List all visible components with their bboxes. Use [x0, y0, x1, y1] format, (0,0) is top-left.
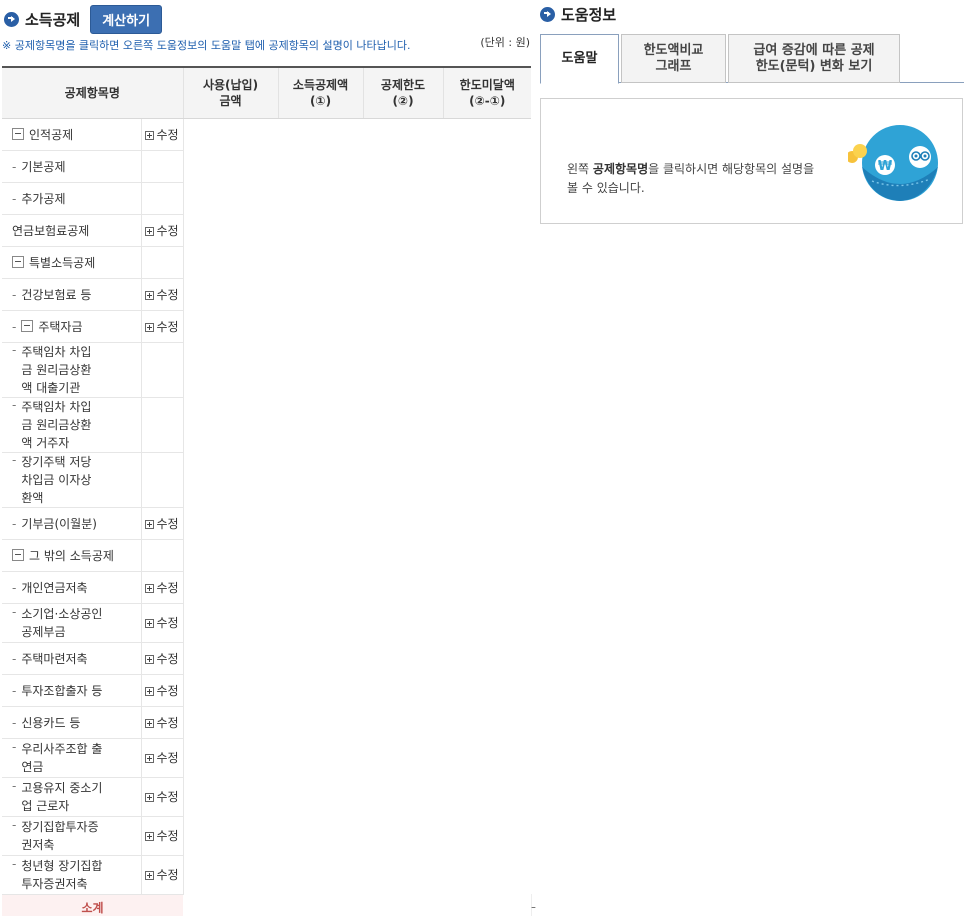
deduction-table: 공제항목명 사용(납입) 금액 소득공제액 (①) 공제한도 (②) 한도미달액 (②-…	[2, 66, 600, 916]
row-health-insurance[interactable]: - 건강보험료 등	[2, 278, 141, 311]
plus-box-icon	[145, 322, 155, 332]
edit-button[interactable]: 수정	[140, 278, 184, 311]
edit-button[interactable]: 수정	[140, 603, 184, 643]
row-housing-savings[interactable]: - 주택마련저축	[2, 642, 141, 675]
plus-box-icon	[145, 654, 155, 664]
plus-box-icon	[145, 754, 155, 763]
income-deduction-header: 소득공제 계산하기	[4, 5, 163, 34]
edit-button[interactable]: 수정	[140, 674, 184, 707]
edit-button[interactable]: 수정	[140, 214, 184, 247]
collapse-icon[interactable]	[12, 255, 24, 268]
unit-label: (단위 : 원)	[480, 36, 530, 49]
header-deduction-limit: 공제한도 (②)	[363, 66, 444, 119]
tab-salary-change[interactable]: 급여 증감에 따른 공제 한도(문턱) 변화 보기	[728, 34, 900, 83]
row-additional-deduction[interactable]: - 추가공제	[2, 182, 141, 215]
tab-limit-graph[interactable]: 한도액비교 그래프	[621, 34, 726, 83]
edit-button[interactable]: 수정	[140, 118, 184, 151]
row-investment-partnership[interactable]: - 투자조합출자 등	[2, 674, 141, 707]
header-deduction-amount: 소득공제액 (①)	[278, 66, 364, 119]
calculate-button[interactable]: 계산하기	[90, 5, 163, 34]
plus-box-icon	[145, 793, 155, 802]
header-item-name: 공제항목명	[2, 66, 184, 119]
edit-button[interactable]: 수정	[140, 777, 184, 817]
row-employment-retention[interactable]: - 고용유지 중소기업 근로자	[2, 777, 141, 817]
table-row: 인적공제 수정	[2, 118, 532, 916]
row-donation-carryover[interactable]: - 기부금(이월분)	[2, 507, 141, 540]
collapse-icon[interactable]	[21, 319, 34, 332]
row-lease-loan-lender[interactable]: - 주택임차 차입금 원리금상환액 대출기관	[2, 342, 141, 398]
help-content-box: 왼쪽 공제항목명을 클릭하시면 해당항목의 설명을 볼 수 있습니다. ₩	[540, 98, 963, 224]
svg-text:₩: ₩	[878, 159, 893, 174]
plus-box-icon	[145, 290, 155, 300]
plus-box-icon	[145, 130, 155, 140]
summary-label: 소계	[2, 894, 184, 916]
row-pension-insurance[interactable]: 연금보험료공제	[2, 214, 141, 247]
help-info-header: 도움정보	[540, 4, 616, 25]
edit-button[interactable]: 수정	[140, 855, 184, 895]
plus-box-icon	[145, 226, 155, 236]
plus-box-icon	[145, 686, 155, 696]
plus-box-icon	[145, 718, 155, 728]
row-long-term-fund-savings[interactable]: - 장기집합투자증권저축	[2, 816, 141, 856]
help-info-title: 도움정보	[561, 6, 617, 24]
values-area	[183, 118, 532, 916]
income-deduction-panel: 소득공제 계산하기 ※ 공제항목명을 클릭하면 오른쪽 도움정보의 도움말 탭에…	[0, 0, 600, 916]
plus-box-icon	[145, 832, 155, 841]
plus-box-icon	[145, 583, 155, 593]
edit-button[interactable]: 수정	[140, 571, 184, 604]
edit-button[interactable]: 수정	[140, 642, 184, 675]
row-employee-stock-ownership[interactable]: - 우리사주조합 출연금	[2, 738, 141, 778]
plus-box-icon	[145, 519, 155, 529]
notice-text: ※ 공제항목명을 클릭하면 오른쪽 도움정보의 도움말 탭에 공제항목의 설명이…	[2, 39, 411, 52]
collapse-icon[interactable]	[12, 127, 24, 140]
row-long-term-mortgage[interactable]: - 장기주택 저당차입금 이자상환액	[2, 452, 141, 508]
plus-box-icon	[145, 871, 155, 880]
row-lease-loan-resident[interactable]: - 주택임차 차입금 원리금상환액 거주자	[2, 397, 141, 453]
income-deduction-title: 소득공제	[25, 11, 81, 29]
row-small-business-mutual-aid[interactable]: - 소기업·소상공인 공제부금	[2, 603, 141, 643]
row-special-income-deduction[interactable]: 특별소득공제	[2, 246, 141, 279]
collapse-icon[interactable]	[12, 548, 24, 561]
edit-button[interactable]: 수정	[140, 507, 184, 540]
edit-button[interactable]: 수정	[140, 310, 184, 343]
edit-button[interactable]: 수정	[140, 738, 184, 778]
edit-button[interactable]: 수정	[140, 816, 184, 856]
row-personal-deduction[interactable]: 인적공제	[2, 118, 141, 151]
row-credit-card[interactable]: - 신용카드 등	[2, 706, 141, 739]
row-housing-fund[interactable]: - 주택자금	[2, 310, 141, 343]
help-tabs: 도움말 한도액비교 그래프 급여 증감에 따른 공제 한도(문턱) 변화 보기	[540, 34, 964, 84]
arrow-circle-icon	[4, 12, 19, 27]
plus-box-icon	[145, 619, 155, 628]
won-coin-character-icon: ₩	[848, 125, 938, 201]
arrow-circle-icon	[540, 7, 555, 22]
table-header-row: 공제항목명 사용(납입) 금액 소득공제액 (①) 공제한도 (②) 한도미달액 (②-…	[2, 66, 532, 119]
edit-button[interactable]: 수정	[140, 706, 184, 739]
tab-help[interactable]: 도움말	[540, 34, 619, 84]
row-personal-pension[interactable]: - 개인연금저축	[2, 571, 141, 604]
header-remaining-limit: 한도미달액 (②-①)	[443, 66, 532, 119]
row-other-income-deduction[interactable]: 그 밖의 소득공제	[2, 539, 141, 572]
header-used-amount: 사용(납입) 금액	[183, 66, 279, 119]
help-text: 왼쪽 공제항목명을 클릭하시면 해당항목의 설명을 볼 수 있습니다.	[567, 162, 815, 195]
row-youth-fund-savings[interactable]: - 청년형 장기집합투자증권저축	[2, 855, 141, 895]
row-basic-deduction[interactable]: - 기본공제	[2, 150, 141, 183]
